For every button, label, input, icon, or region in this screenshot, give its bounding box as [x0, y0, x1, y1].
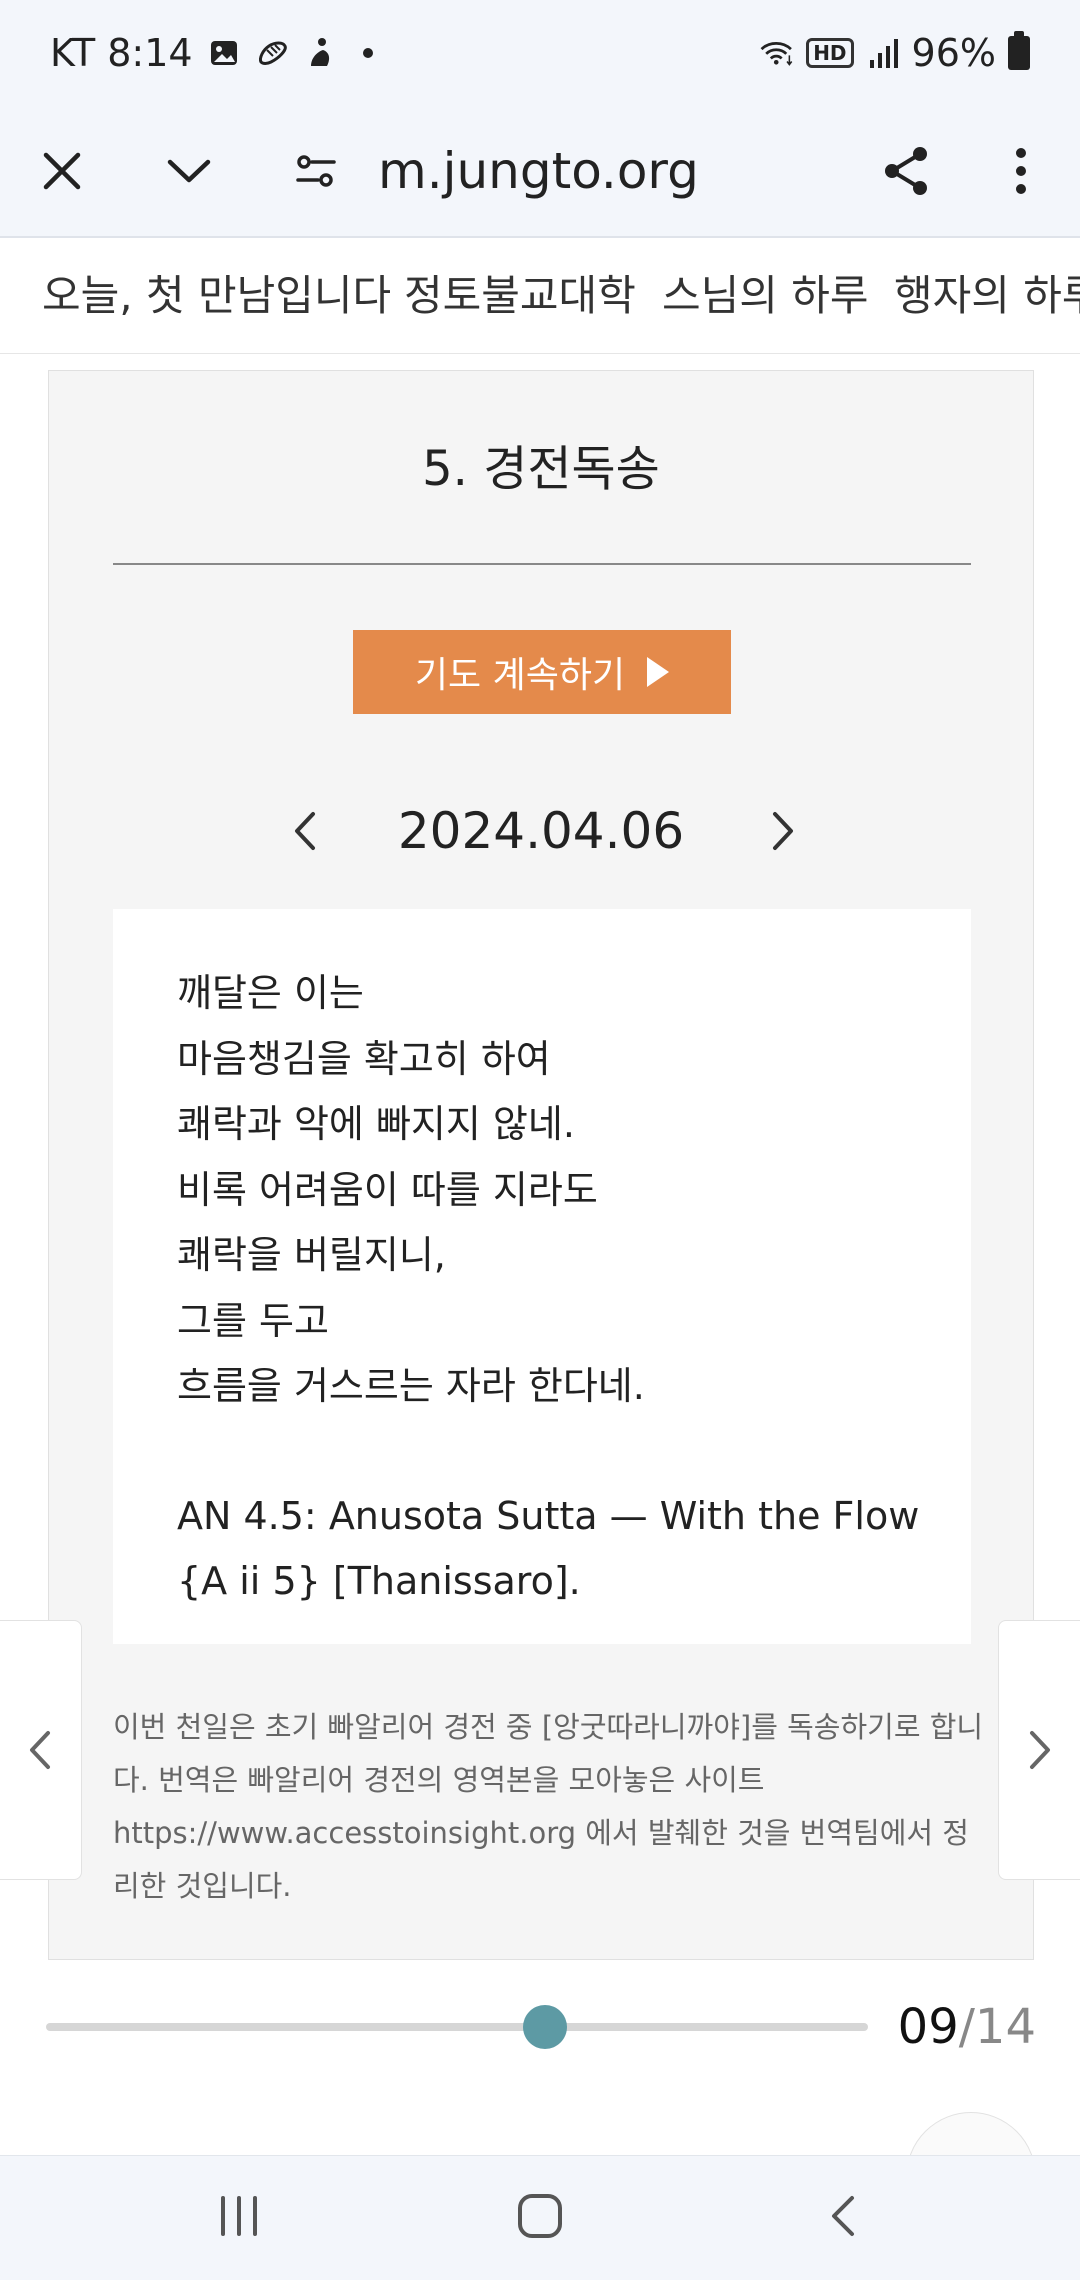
- site-nav: 오늘, 첫 만남입니다 정토불교대학 스님의 하루 행자의 하루: [0, 238, 1080, 354]
- chevron-left-icon: [30, 1731, 50, 1769]
- share-icon: [885, 147, 927, 195]
- title-divider: [113, 563, 971, 565]
- tab-haengja-day[interactable]: 행자의 하루: [894, 238, 1080, 353]
- tab-buddhist-college[interactable]: 정토불교대학: [404, 238, 636, 353]
- date-navigator: 2024.04.06: [49, 791, 1033, 871]
- back-button[interactable]: [797, 2176, 887, 2256]
- verse-line: 마음챙김을 확고히 하여: [177, 1036, 551, 1081]
- sutra-verse: 깨달은 이는 마음챙김을 확고히 하여 쾌락과 악에 빠지지 않네. 비록 어려…: [177, 961, 937, 1420]
- image-icon: [207, 36, 241, 70]
- total-pages: /14: [958, 1999, 1036, 2055]
- minimize-button[interactable]: [153, 135, 225, 207]
- chevron-down-icon: [167, 159, 211, 183]
- url-text[interactable]: m.jungto.org: [378, 135, 699, 207]
- battery-icon: [1008, 31, 1030, 70]
- verse-line: 흐름을 거스르는 자라 한다네.: [177, 1364, 645, 1408]
- close-icon: [43, 152, 81, 190]
- verse-line: 비록 어려움이 따를 지라도: [177, 1167, 598, 1212]
- tune-icon: [296, 155, 336, 187]
- close-tab-button[interactable]: [26, 135, 98, 207]
- recent-apps-button[interactable]: [194, 2176, 284, 2256]
- figure-icon: [303, 36, 337, 70]
- signal-icon: [866, 36, 900, 70]
- verse-line: 쾌락과 악에 빠지지 않네.: [177, 1102, 575, 1146]
- recent-apps-icon: [221, 2196, 257, 2236]
- more-menu-button[interactable]: [985, 135, 1057, 207]
- previous-date-button[interactable]: [275, 791, 335, 871]
- date-display: 2024.04.06: [397, 802, 685, 860]
- site-settings-button[interactable]: [280, 135, 352, 207]
- previous-page-button[interactable]: [0, 1620, 82, 1880]
- hd-badge: HD: [806, 38, 854, 68]
- carrier-time: KT 8:14: [50, 31, 193, 75]
- dot-icon: [351, 36, 385, 70]
- next-page-button[interactable]: [998, 1620, 1080, 1880]
- home-icon: [518, 2194, 562, 2238]
- verse-line: 쾌락을 버릴지니,: [177, 1233, 446, 1277]
- sutra-citation: AN 4.5: Anusota Sutta — With the Flow {A…: [177, 1494, 920, 1603]
- tab-first-meeting[interactable]: 오늘, 첫 만남입니다: [42, 238, 391, 353]
- play-icon: [647, 657, 670, 687]
- progress-slider-thumb[interactable]: [522, 2005, 567, 2049]
- chevron-right-icon: [1030, 1731, 1050, 1769]
- home-button[interactable]: [495, 2176, 585, 2256]
- status-right: HD 96%: [760, 28, 1030, 78]
- wifi-icon: [760, 36, 794, 70]
- more-vert-icon: [1016, 148, 1026, 194]
- verse-line: 그를 두고: [177, 1298, 329, 1343]
- system-nav-bar: [0, 2155, 1080, 2280]
- next-date-button[interactable]: [753, 791, 813, 871]
- chevron-left-icon: [295, 812, 315, 850]
- sutra-text-box: 깨달은 이는 마음챙김을 확고히 하여 쾌락과 악에 빠지지 않네. 비록 어려…: [113, 909, 971, 1644]
- back-icon: [832, 2196, 854, 2236]
- status-left: KT 8:14: [50, 28, 385, 78]
- continue-prayer-button[interactable]: 기도 계속하기: [353, 630, 731, 714]
- page-counter: 09/14: [898, 1993, 1036, 2061]
- continue-prayer-label: 기도 계속하기: [414, 655, 626, 696]
- battery-level: 96%: [911, 31, 996, 75]
- chevron-right-icon: [773, 812, 793, 850]
- current-page: 09: [897, 1999, 959, 2055]
- progress-track[interactable]: [46, 2023, 868, 2031]
- tab-sunim-day[interactable]: 스님의 하루: [662, 238, 869, 353]
- verse-line: 깨달은 이는: [177, 971, 364, 1015]
- share-button[interactable]: [870, 135, 942, 207]
- shoe-icon: [255, 36, 289, 70]
- status-bar: KT 8:14 HD 96%: [0, 0, 1080, 105]
- browser-toolbar: m.jungto.org: [0, 105, 1080, 238]
- page-title: 5. 경전독송: [422, 441, 660, 497]
- sutra-card: 5. 경전독송 기도 계속하기 2024.04.06 깨달은 이는 마음챙김을 …: [48, 370, 1034, 1960]
- translation-note: 이번 천일은 초기 빠알리어 경전 중 [앙굿따라니까야]를 독송하기로 합니다…: [113, 1710, 984, 1903]
